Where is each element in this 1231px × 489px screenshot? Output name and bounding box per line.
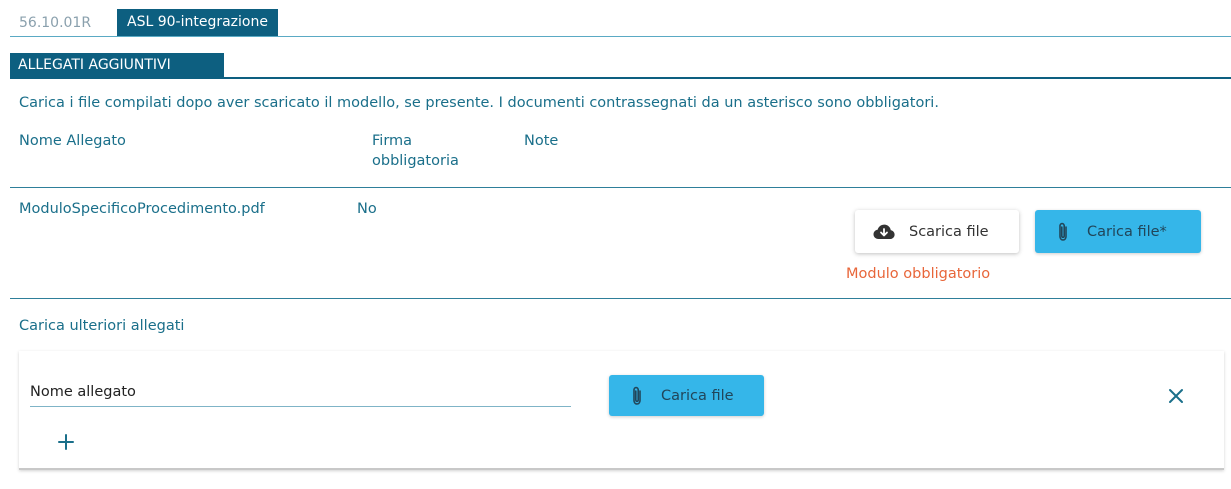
column-header-note: Note	[524, 133, 559, 149]
column-header-firma: Firma obbligatoria	[372, 131, 459, 171]
close-icon[interactable]	[1163, 383, 1189, 409]
additional-attachments-title: Carica ulteriori allegati	[19, 318, 185, 334]
tab-code[interactable]: 56.10.01R	[19, 11, 91, 35]
intro-text: Carica i file compilati dopo aver scaric…	[19, 95, 939, 111]
download-file-button[interactable]: Scarica file	[855, 210, 1019, 253]
plus-icon[interactable]	[56, 432, 76, 452]
upload-file-button[interactable]: Carica file	[609, 375, 764, 416]
upload-required-file-button[interactable]: Carica file*	[1035, 210, 1201, 253]
table-row-divider	[10, 298, 1231, 299]
section-divider	[10, 77, 1231, 79]
column-header-name: Nome Allegato	[19, 133, 126, 149]
tab-active[interactable]: ASL 90-integrazione	[117, 9, 278, 36]
attachment-name-input[interactable]	[30, 378, 571, 407]
attachment-name: ModuloSpecificoProcedimento.pdf	[19, 201, 265, 217]
attachment-firma: No	[357, 201, 377, 217]
required-error-text: Modulo obbligatorio	[846, 266, 991, 282]
section-title: ALLEGATI AGGIUNTIVI	[10, 53, 224, 77]
table-header-divider	[10, 187, 1231, 188]
cloud-download-icon	[873, 224, 895, 240]
download-file-label: Scarica file	[909, 223, 989, 240]
column-header-firma-line1: Firma	[372, 133, 413, 149]
upload-required-file-label: Carica file*	[1087, 223, 1167, 240]
paperclip-icon	[631, 386, 643, 406]
column-header-firma-line2: obbligatoria	[372, 153, 459, 169]
upload-file-label: Carica file	[661, 387, 734, 404]
tabs-divider	[10, 36, 1231, 37]
paperclip-icon	[1057, 222, 1069, 242]
